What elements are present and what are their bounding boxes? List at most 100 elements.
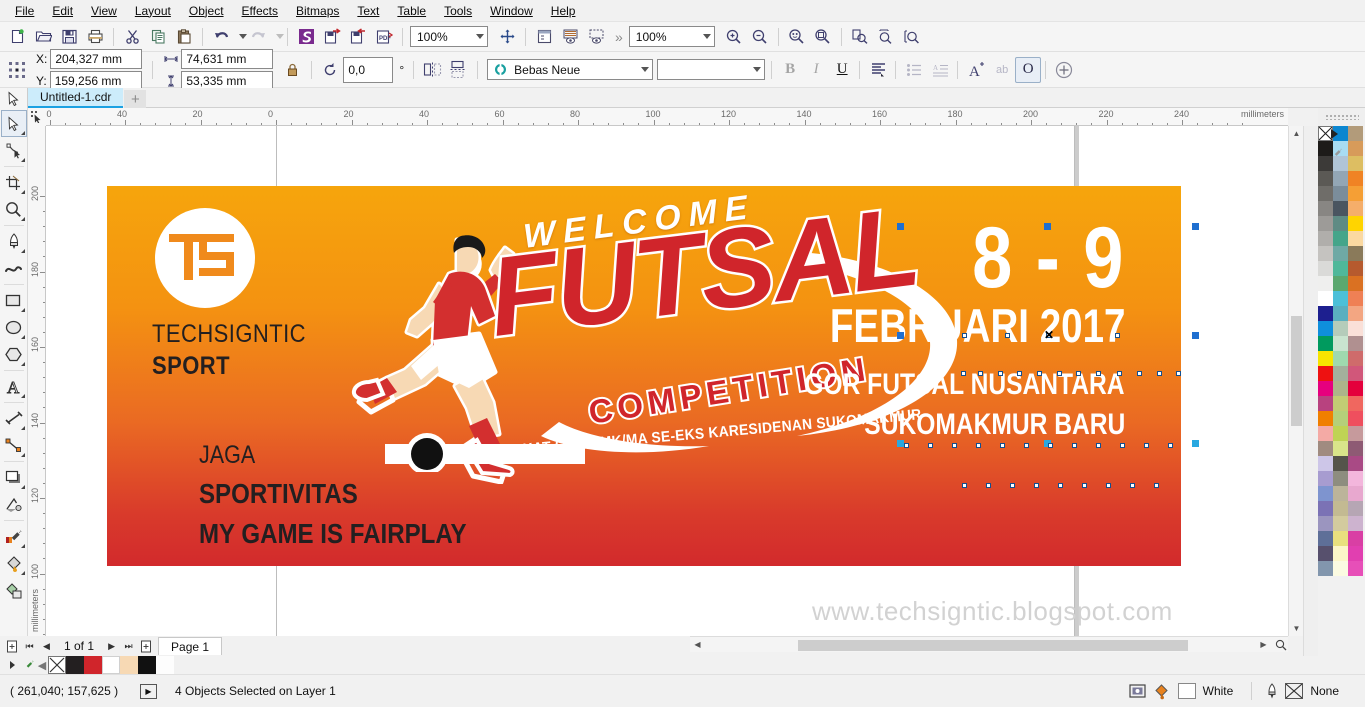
crop-tool[interactable] (1, 169, 27, 196)
zoom-to-page-button[interactable] (810, 25, 836, 49)
new-document-button[interactable] (4, 25, 30, 49)
selection-handle-tl[interactable] (897, 223, 904, 230)
menu-table[interactable]: Table (388, 2, 435, 20)
palette-color-swatch[interactable] (1333, 456, 1348, 471)
redo-button[interactable] (245, 25, 271, 49)
text-node[interactable] (1137, 371, 1142, 376)
palette-color-swatch[interactable] (1348, 291, 1363, 306)
bullet-list-button[interactable] (901, 57, 927, 83)
zoom-in-button[interactable] (721, 25, 747, 49)
palette-color-swatch[interactable] (1333, 426, 1348, 441)
palette-color-swatch[interactable] (1318, 261, 1333, 276)
palette-color-swatch[interactable] (1348, 276, 1363, 291)
freehand-tool[interactable] (1, 228, 27, 255)
zoom-one-to-one-button[interactable] (1273, 637, 1288, 652)
view-zoom-combo[interactable]: 100% (629, 26, 715, 47)
swatch-white[interactable] (102, 656, 120, 674)
text-node[interactable] (962, 333, 967, 338)
palette-color-swatch[interactable] (1333, 261, 1348, 276)
text-node[interactable] (1106, 483, 1111, 488)
text-node[interactable] (1024, 443, 1029, 448)
selection-handle-br[interactable] (1192, 440, 1199, 447)
palette-color-swatch[interactable] (1318, 246, 1333, 261)
palette-color-swatch[interactable] (1333, 396, 1348, 411)
text-node[interactable] (978, 371, 983, 376)
palette-color-swatch[interactable] (1348, 336, 1363, 351)
palette-color-swatch[interactable] (1333, 366, 1348, 381)
shape-tool[interactable] (1, 137, 27, 164)
palette-color-swatch[interactable] (1333, 351, 1348, 366)
publish-pdf-button[interactable]: PDF (371, 25, 397, 49)
export-button[interactable] (345, 25, 371, 49)
palette-color-swatch[interactable] (1333, 186, 1348, 201)
color-palette[interactable] (1318, 126, 1365, 656)
palette-color-swatch[interactable] (1333, 201, 1348, 216)
horizontal-scroll-thumb[interactable] (798, 640, 1188, 651)
text-node[interactable] (986, 483, 991, 488)
import-button[interactable] (319, 25, 345, 49)
menu-file[interactable]: File (6, 2, 43, 20)
undo-button[interactable] (208, 25, 234, 49)
palette-color-swatch[interactable] (1348, 486, 1363, 501)
palette-color-swatch[interactable] (1348, 351, 1363, 366)
add-page-left-icon[interactable] (4, 638, 21, 655)
text-node[interactable] (1034, 483, 1039, 488)
last-page-button[interactable]: ⏭ (120, 638, 137, 655)
palette-color-swatch[interactable] (1348, 141, 1363, 156)
text-node[interactable] (1154, 483, 1159, 488)
zoom-to-page-height-button[interactable] (873, 25, 899, 49)
text-tool[interactable]: A (1, 373, 27, 400)
palette-color-swatch[interactable] (1318, 486, 1333, 501)
zoom-level-combo[interactable]: 100% (410, 26, 488, 47)
page-tab[interactable]: Page 1 (158, 637, 222, 655)
palette-color-swatch[interactable] (1348, 171, 1363, 186)
text-node[interactable] (928, 443, 933, 448)
menu-window[interactable]: Window (481, 2, 542, 20)
palette-color-swatch[interactable] (1348, 321, 1363, 336)
swatch-black[interactable] (66, 656, 84, 674)
status-expand-button[interactable]: ▶ (140, 684, 157, 699)
mirror-vertical-button[interactable] (445, 57, 471, 83)
palette-color-swatch[interactable] (1318, 336, 1333, 351)
horizontal-scrollbar[interactable]: ◀ ▶ (690, 636, 1288, 652)
palette-color-swatch[interactable] (1348, 186, 1363, 201)
italic-button[interactable]: I (803, 57, 829, 83)
selection-handle-bl[interactable] (897, 440, 904, 447)
text-node[interactable] (1157, 371, 1162, 376)
palette-color-swatch[interactable] (1318, 471, 1333, 486)
first-page-button[interactable]: ⏮ (21, 638, 38, 655)
text-node[interactable] (904, 443, 909, 448)
character-formatting-button[interactable]: A (963, 57, 989, 83)
ruler-origin-button[interactable] (28, 108, 46, 126)
print-button[interactable] (82, 25, 108, 49)
swatch-off-white[interactable] (156, 656, 174, 674)
text-node[interactable] (1048, 443, 1053, 448)
vertical-scroll-thumb[interactable] (1291, 316, 1302, 426)
menu-effects[interactable]: Effects (233, 2, 287, 20)
text-node[interactable] (1117, 371, 1122, 376)
snap-to-button[interactable] (494, 25, 520, 49)
zoom-to-all-objects-button[interactable] (784, 25, 810, 49)
selection-handle-tr[interactable] (1192, 223, 1199, 230)
underline-button[interactable]: U (829, 57, 855, 83)
selection-handle-ml[interactable] (897, 332, 904, 339)
text-node[interactable] (1082, 483, 1087, 488)
swatch-skin[interactable] (120, 656, 138, 674)
drawing-canvas[interactable]: TECHSIGNTIC SPORT JAGA SPORTIVITAS MY GA… (46, 126, 1288, 636)
text-node[interactable] (1057, 371, 1062, 376)
palette-color-swatch[interactable] (1333, 531, 1348, 546)
parallel-dimension-tool[interactable] (1, 405, 27, 432)
palette-color-swatch[interactable] (1348, 441, 1363, 456)
text-node[interactable] (1000, 443, 1005, 448)
swatch-red[interactable] (84, 656, 102, 674)
undo-dropdown-button[interactable] (234, 25, 245, 49)
palette-color-swatch[interactable] (1333, 336, 1348, 351)
palette-color-swatch[interactable] (1333, 516, 1348, 531)
text-node[interactable] (1005, 333, 1010, 338)
palette-color-swatch[interactable] (1333, 321, 1348, 336)
copy-button[interactable] (145, 25, 171, 49)
menu-tools[interactable]: Tools (435, 2, 481, 20)
text-node[interactable] (1058, 483, 1063, 488)
menu-bitmaps[interactable]: Bitmaps (287, 2, 348, 20)
rectangle-tool[interactable] (1, 287, 27, 314)
